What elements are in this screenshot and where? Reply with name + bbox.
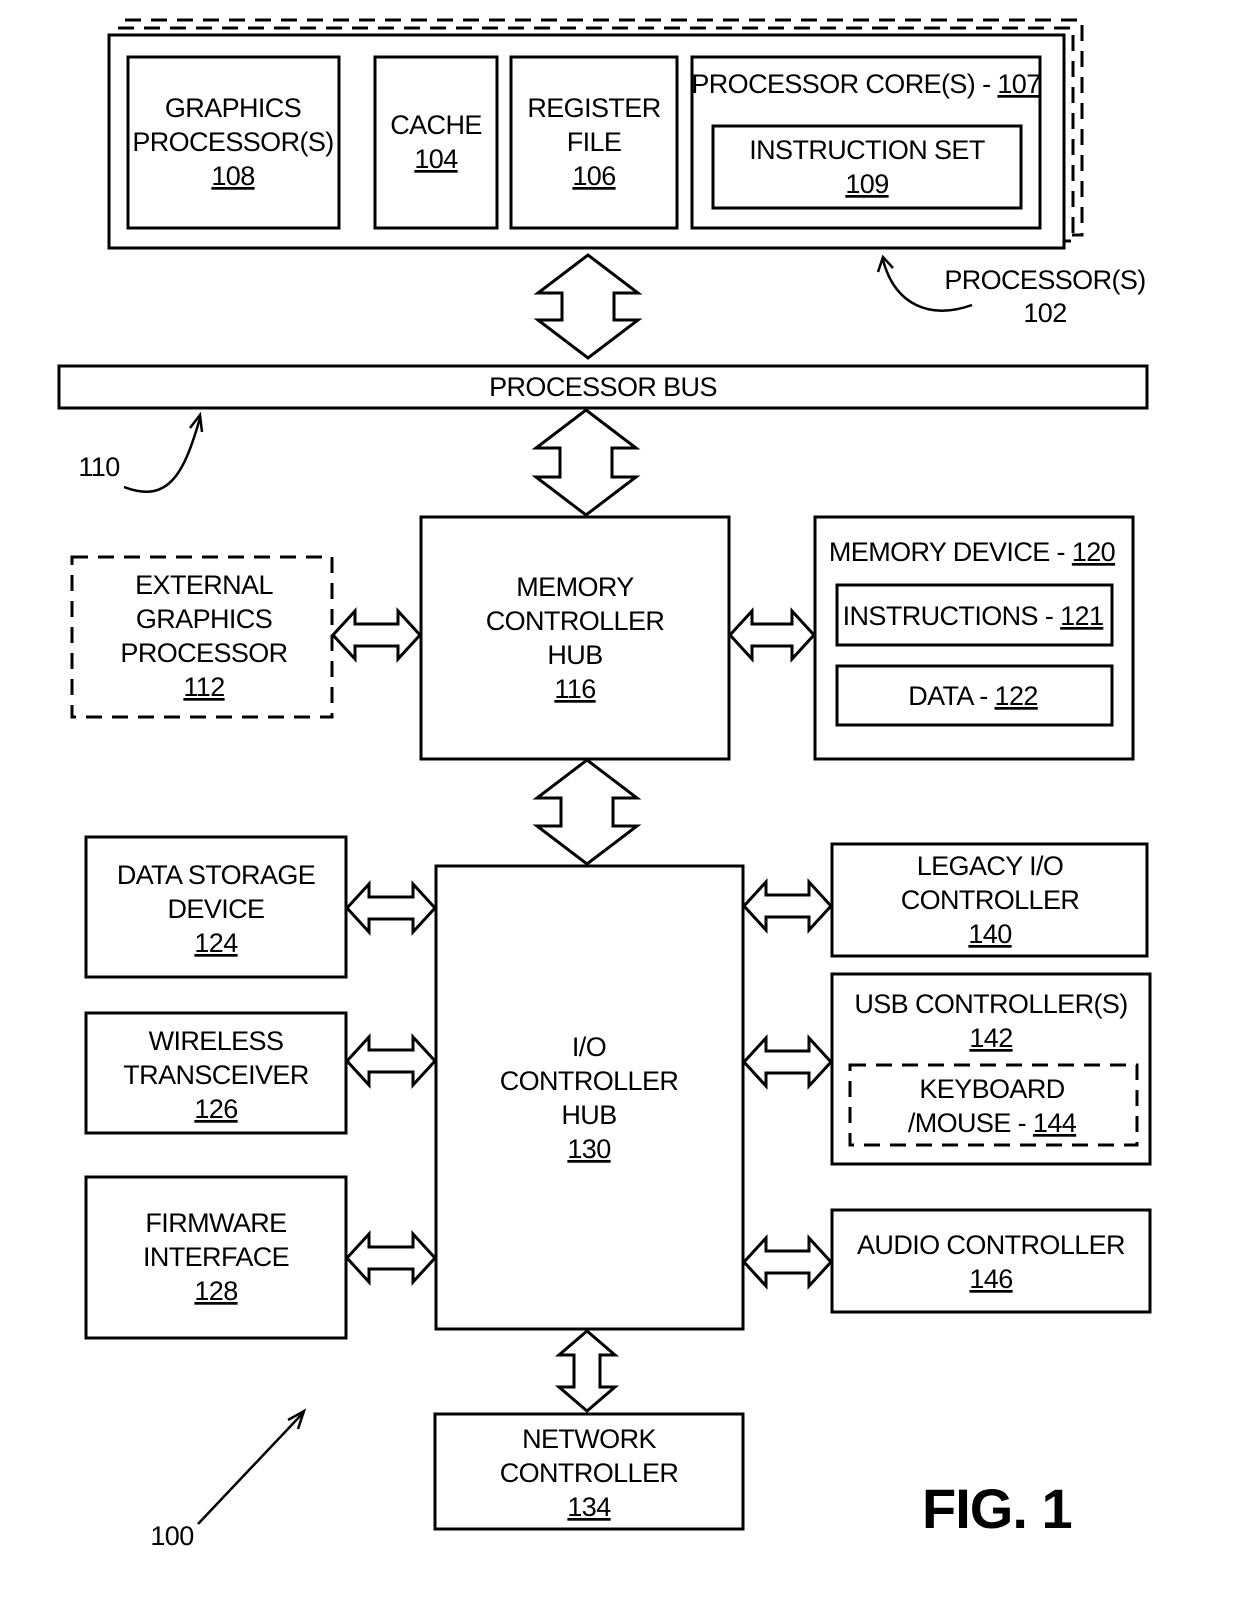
memory-controller-hub-line-2: CONTROLLER (486, 606, 665, 636)
audio-controller-line-1: AUDIO CONTROLLER (857, 1230, 1125, 1260)
system-block-diagram: GRAPHICS PROCESSOR(S) 108 CACHE 104 REGISTER F… (57, 18, 1152, 1551)
register-file-ref: 106 (572, 161, 615, 191)
graphics-processor-line-2: PROCESSOR(S) (132, 127, 333, 157)
memory-device-label: MEMORY DEVICE - (829, 537, 1072, 567)
data-storage-device-line-2: DEVICE (168, 894, 265, 924)
figure-title: FIG. 1 (922, 1477, 1072, 1540)
usb-controller-ref: 142 (969, 1023, 1012, 1053)
firmware-interface-line-1: FIRMWARE (145, 1208, 286, 1238)
data-label: DATA - (908, 681, 994, 711)
processor-bus-label: PROCESSOR BUS (489, 372, 717, 402)
memory-controller-hub-line-1: MEMORY (516, 572, 634, 602)
register-file-line-1: REGISTER (527, 93, 660, 123)
bus-leader-line (123, 417, 202, 493)
network-controller-line-2: CONTROLLER (500, 1458, 679, 1488)
arrow-ich-data-storage (344, 880, 438, 936)
io-controller-hub-line-1: I/O (572, 1032, 606, 1062)
data-ref: 122 (995, 681, 1038, 711)
wireless-transceiver-line-2: TRANSCEIVER (123, 1060, 309, 1090)
processor-callout-label: PROCESSOR(S) (944, 265, 1145, 295)
processor-callout-ref: 102 (1023, 298, 1066, 328)
memory-controller-hub-line-3: HUB (547, 640, 602, 670)
memory-controller-hub-box (419, 515, 731, 761)
arrow-ich-usb (741, 1034, 834, 1090)
wireless-transceiver-ref: 126 (194, 1094, 237, 1124)
data-storage-device-ref: 124 (194, 928, 238, 958)
instructions-label: INSTRUCTIONS - (843, 601, 1061, 631)
arrow-mch-memory (727, 607, 817, 663)
network-controller-line-1: NETWORK (522, 1424, 656, 1454)
keyboard-mouse-line-1: KEYBOARD (919, 1074, 1064, 1104)
data: DATA - 122 (908, 681, 1038, 711)
memory-controller-hub-ref: 116 (554, 674, 595, 704)
cache-line-1: CACHE (390, 110, 482, 140)
processor-core: PROCESSOR CORE(S) - 107 (691, 69, 1040, 99)
processor-core-label: PROCESSOR CORE(S) - (691, 69, 997, 99)
network-controller-ref: 134 (567, 1492, 611, 1522)
instruction-set-ref: 109 (845, 169, 888, 199)
arrow-ich-network (554, 1329, 620, 1413)
arrow-egp-mch (330, 607, 423, 663)
instruction-set-line-1: INSTRUCTION SET (749, 135, 985, 165)
graphics-processor-ref: 108 (211, 161, 254, 191)
memory-device-ref: 120 (1072, 537, 1115, 567)
memory-device: MEMORY DEVICE - 120 (829, 537, 1115, 567)
firmware-interface-ref: 128 (194, 1276, 237, 1306)
keyboard-mouse-ref-line: /MOUSE - 144 (908, 1108, 1077, 1138)
cache-box (373, 55, 499, 230)
arrow-ich-legacy-io (741, 878, 834, 934)
arrow-ich-wireless (344, 1033, 438, 1089)
legacy-io-ref: 140 (968, 919, 1011, 949)
firmware-interface-line-2: INTERFACE (143, 1242, 289, 1272)
io-controller-hub-box (434, 864, 745, 1331)
external-graphics-line-1: EXTERNAL (135, 570, 273, 600)
audio-controller-box (830, 1208, 1152, 1314)
arrow-mch-ich (532, 758, 642, 866)
arrow-processor-bus (533, 253, 643, 360)
io-controller-hub-ref: 130 (567, 1134, 610, 1164)
processor-core-ref: 107 (997, 69, 1040, 99)
external-graphics-line-3: PROCESSOR (120, 638, 287, 668)
legacy-io-line-2: CONTROLLER (901, 885, 1080, 915)
bus-callout-ref: 110 (78, 452, 119, 482)
instructions-ref: 121 (1060, 601, 1103, 631)
cache-ref: 104 (414, 144, 458, 174)
data-storage-device-line-1: DATA STORAGE (117, 860, 315, 890)
system-leader-line (197, 1412, 304, 1525)
io-controller-hub-line-3: HUB (561, 1100, 616, 1130)
arrow-ich-firmware (344, 1230, 438, 1286)
audio-controller-ref: 146 (969, 1264, 1012, 1294)
register-file-line-2: FILE (567, 127, 622, 157)
external-graphics-ref: 112 (183, 672, 224, 702)
graphics-processor-line-1: GRAPHICS (165, 93, 301, 123)
system-callout-ref: 100 (150, 1521, 193, 1551)
arrow-bus-mch (531, 408, 641, 517)
arrow-ich-audio (741, 1234, 834, 1290)
usb-controller-line-1: USB CONTROLLER(S) (854, 989, 1127, 1019)
keyboard-mouse-ref-line-label: /MOUSE - (908, 1108, 1033, 1138)
wireless-transceiver-line-1: WIRELESS (149, 1026, 284, 1056)
external-graphics-line-2: GRAPHICS (136, 604, 272, 634)
io-controller-hub-line-2: CONTROLLER (500, 1066, 679, 1096)
instructions: INSTRUCTIONS - 121 (843, 601, 1104, 631)
legacy-io-line-1: LEGACY I/O (917, 851, 1064, 881)
keyboard-mouse-ref-line-ref: 144 (1033, 1108, 1077, 1138)
